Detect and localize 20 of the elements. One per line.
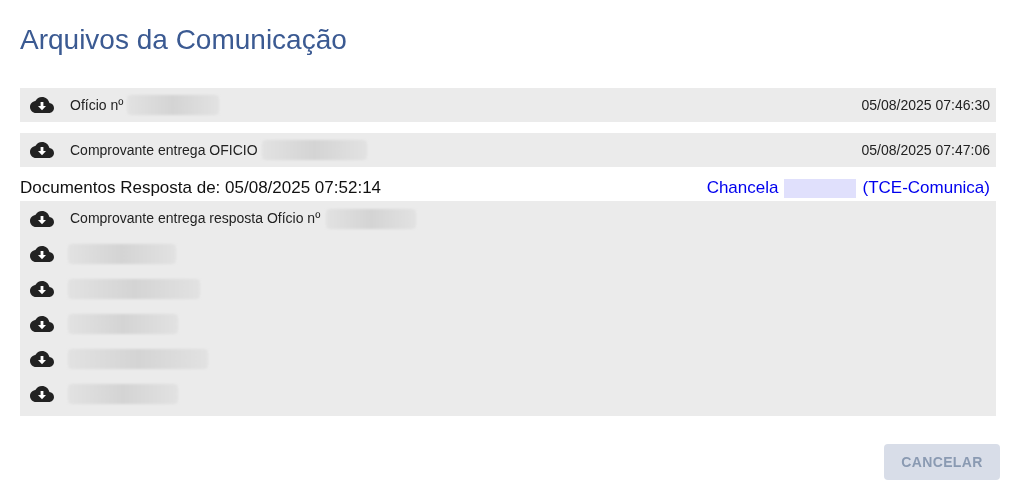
- file-row[interactable]: Comprovante entrega OFICIO 05/08/2025 07:47:06: [20, 133, 996, 167]
- cloud-download-icon[interactable]: [30, 244, 54, 263]
- cloud-download-icon[interactable]: [30, 314, 54, 333]
- file-row[interactable]: Comprovante entrega resposta Ofício nº: [20, 201, 996, 236]
- section-heading: Documentos Resposta de: 05/08/2025 07:52:14: [20, 177, 382, 200]
- file-date: 05/08/2025 07:46:30: [861, 95, 990, 115]
- cloud-download-icon[interactable]: [30, 209, 54, 228]
- cloud-download-icon[interactable]: [30, 96, 54, 114]
- file-name: Comprovante entrega resposta Ofício nº: [70, 209, 321, 228]
- cloud-download-icon[interactable]: [30, 279, 54, 298]
- file-name: Ofício nº: [70, 95, 124, 115]
- chancela-link[interactable]: (TCE-Comunica): [862, 175, 990, 201]
- file-row[interactable]: Ofício nº 05/08/2025 07:46:30: [20, 88, 996, 122]
- file-date: 05/08/2025 07:47:06: [861, 140, 990, 160]
- cloud-download-icon[interactable]: [30, 141, 54, 159]
- cloud-download-icon[interactable]: [30, 384, 54, 403]
- chancela-link[interactable]: Chancela: [706, 175, 779, 201]
- dialog-title: Arquivos da Comunicação: [20, 23, 348, 57]
- cloud-download-icon[interactable]: [30, 349, 54, 368]
- file-name: Comprovante entrega OFICIO: [70, 140, 258, 160]
